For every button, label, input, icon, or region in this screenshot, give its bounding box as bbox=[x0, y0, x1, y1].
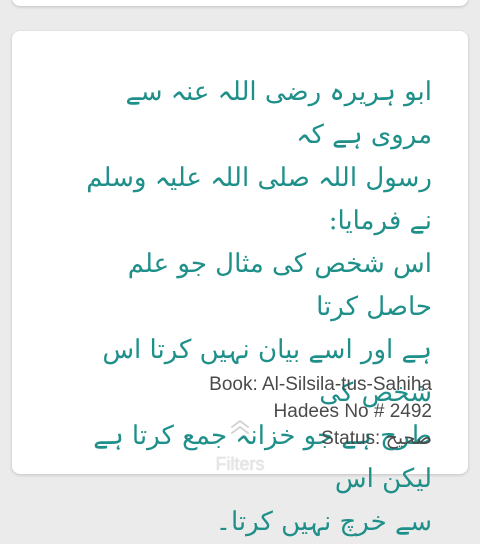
previous-hadith-card[interactable] bbox=[12, 0, 468, 6]
filters-label[interactable]: Filters bbox=[0, 454, 480, 475]
book-label: Book: Al-Silsila-tus-Sahiha bbox=[209, 374, 432, 395]
hadith-card[interactable]: ابو ہریرہ رضی اللہ عنہ سے مروی ہے کہ رسو… bbox=[12, 31, 468, 537]
filters-toggle[interactable]: Filters bbox=[0, 418, 480, 475]
double-chevron-up-icon[interactable] bbox=[229, 418, 251, 436]
